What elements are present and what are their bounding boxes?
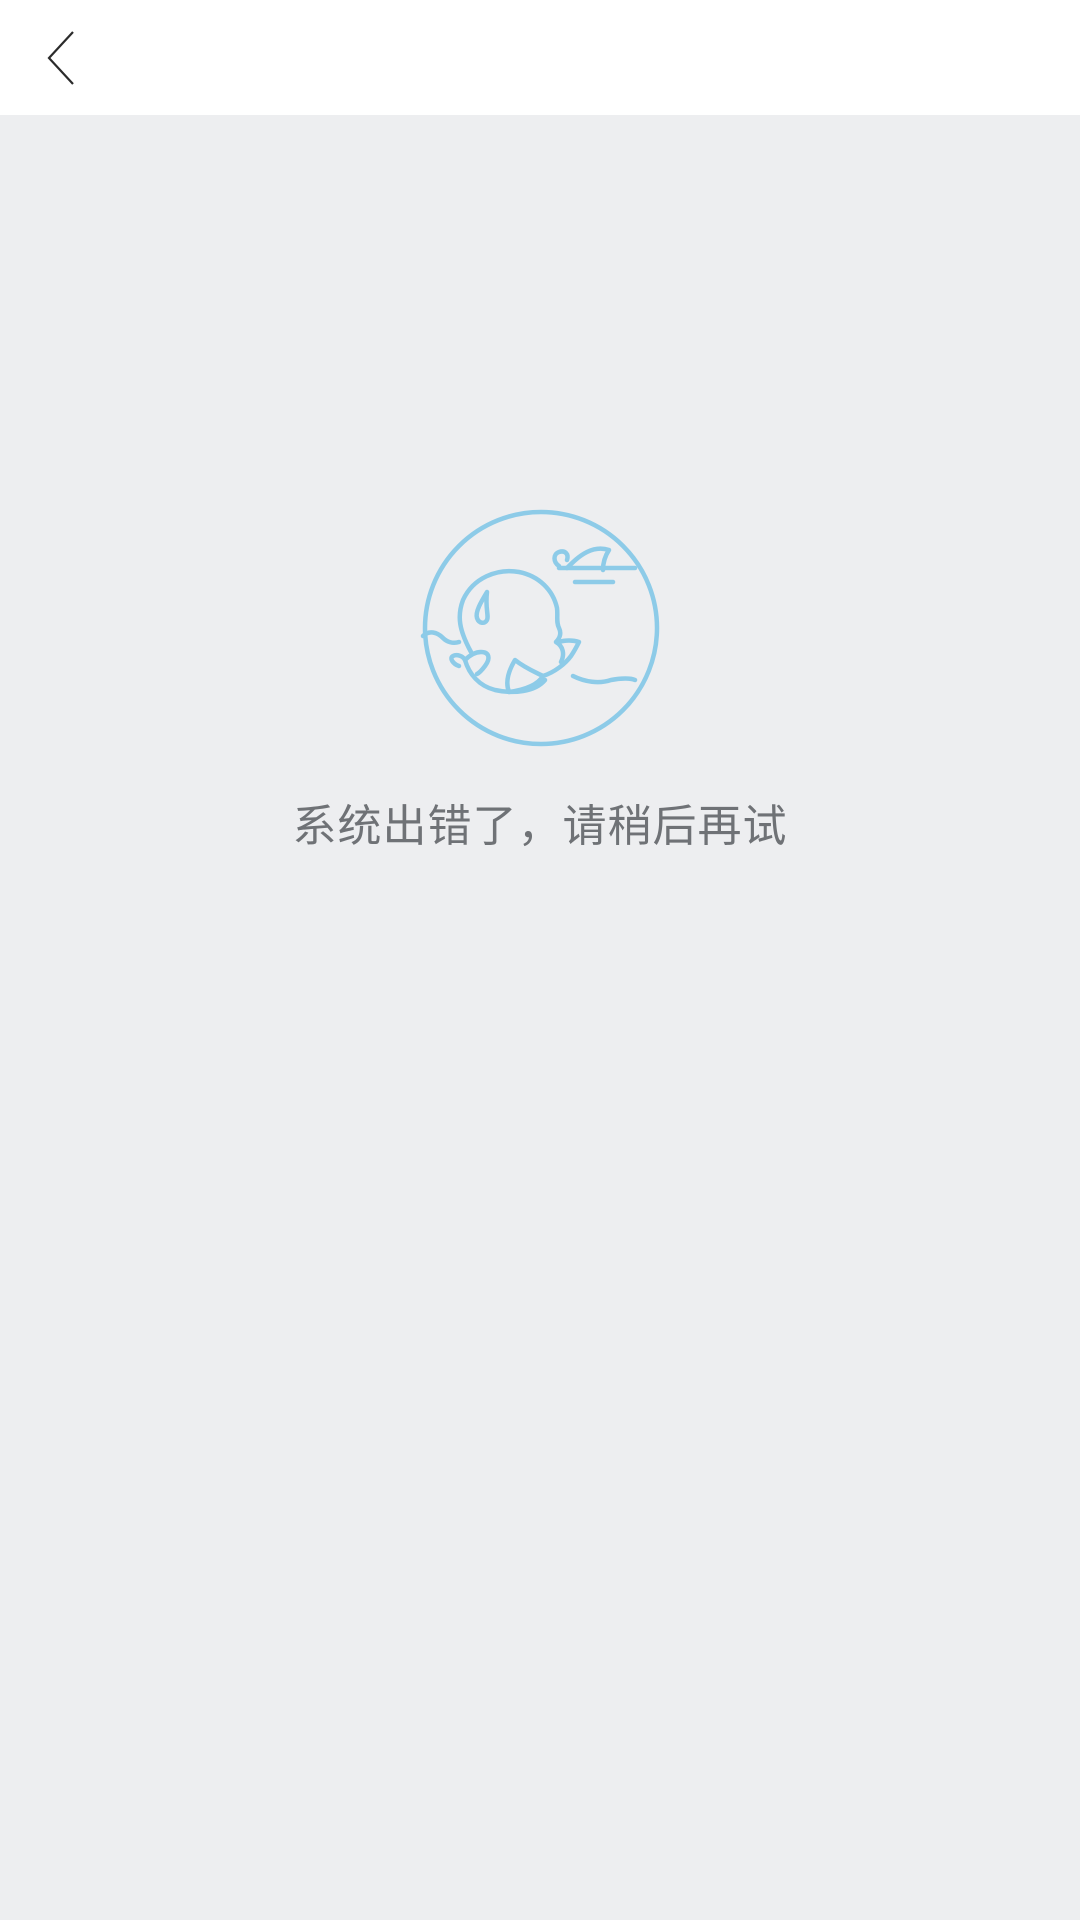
back-button[interactable] xyxy=(20,10,110,105)
chevron-left-icon xyxy=(47,30,74,85)
error-page: 系统出错了，请稍后再试 xyxy=(0,0,1080,1920)
content-area: 系统出错了，请稍后再试 xyxy=(0,115,1080,1920)
error-message: 系统出错了，请稍后再试 xyxy=(292,801,788,852)
top-navigation-bar xyxy=(0,0,1080,115)
baby-face-icon xyxy=(420,509,660,747)
